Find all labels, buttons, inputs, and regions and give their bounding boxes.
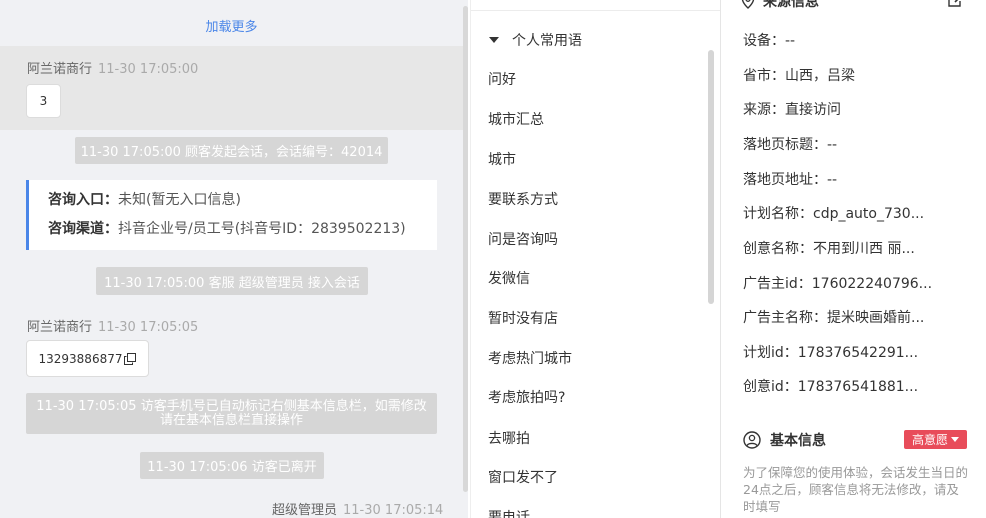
info-field-landing-url: 落地页地址：-- (743, 172, 838, 188)
intent-dropdown[interactable]: 高意愿 (904, 430, 967, 449)
system-message: 11-30 17:05:06 访客已离开 (140, 452, 324, 479)
message-bubble[interactable]: 3 (26, 84, 61, 118)
basic-info-header: 基本信息 (743, 430, 826, 450)
divider (471, 10, 721, 11)
chat-panel: 加载更多 阿兰诺商行 11-30 17:05:00 3 11-30 17:05:0… (0, 0, 468, 518)
caret-down-icon (951, 437, 959, 442)
customer-info-panel: 来源信息 设备：-- 省市：山西，吕梁 来源：直接访问 落地页标题：-- 落地页… (721, 0, 986, 518)
message-bubble[interactable]: 13293886877 (26, 340, 149, 377)
sender-name: 超级管理员 (272, 503, 338, 518)
phrase-item[interactable]: 考虑旅拍吗? (488, 387, 565, 407)
system-message: 11-30 17:05:00 顾客发起会话，会话编号：42014 (75, 137, 388, 164)
entry-row: 咨询入口：未知(暂无入口信息) (48, 191, 437, 209)
system-message: 11-30 17:05:05 访客手机号已自动标记右侧基本信息栏，如需修改请在基… (26, 393, 437, 434)
sender-name: 阿兰诺商行 (27, 320, 93, 335)
copy-icon[interactable] (124, 352, 137, 365)
phrase-group-title: 个人常用语 (512, 33, 582, 49)
source-info-header: 来源信息 (741, 0, 819, 11)
phrase-item[interactable]: 发微信 (488, 268, 530, 288)
entry-value: 未知(暂无入口信息) (118, 192, 241, 208)
phrase-item[interactable]: 暂时没有店 (488, 308, 558, 328)
phrase-item[interactable]: 城市 (488, 149, 516, 169)
sender-name: 阿兰诺商行 (27, 62, 93, 77)
info-field-province: 省市：山西，吕梁 (743, 68, 855, 84)
phrase-item[interactable]: 要电话 (488, 507, 530, 518)
phrases-panel: 个人常用语 问好 城市汇总 城市 要联系方式 问是咨询吗 发微信 暂时没有店 考… (470, 0, 721, 518)
edit-icon[interactable] (947, 0, 965, 12)
message-sender: 超级管理员 11-30 17:05:14 (272, 499, 443, 518)
channel-label: 咨询渠道： (48, 221, 118, 237)
message-text: 13293886877 (38, 351, 123, 366)
message-time: 11-30 17:05:14 (343, 503, 444, 518)
info-field-advertiser-id: 广告主id：176022240796... (743, 276, 933, 292)
message-time: 11-30 17:05:00 (98, 62, 199, 77)
entry-label: 咨询入口： (48, 192, 118, 208)
phrase-item[interactable]: 问是咨询吗 (488, 229, 558, 249)
message-sender: 阿兰诺商行 11-30 17:05:05 (27, 316, 198, 335)
info-field-source: 来源：直接访问 (743, 102, 841, 118)
info-field-creative-id: 创意id：178376541881... (743, 379, 919, 395)
info-field-landing-title: 落地页标题：-- (743, 137, 838, 153)
user-icon (743, 431, 761, 449)
source-info-title: 来源信息 (763, 0, 819, 10)
channel-value: 抖音企业号/员工号(抖音号ID：2839502213) (118, 221, 406, 237)
phrase-item[interactable]: 去哪拍 (488, 428, 530, 448)
info-field-advertiser-name: 广告主名称：提米映画婚前... (743, 310, 925, 326)
entry-info-card: 咨询入口：未知(暂无入口信息) 咨询渠道：抖音企业号/员工号(抖音号ID：283… (26, 180, 437, 250)
chat-scrollbar[interactable] (463, 6, 468, 492)
phrases-scrollbar[interactable] (708, 50, 714, 304)
phrase-item[interactable]: 窗口发不了 (488, 467, 558, 487)
info-field-plan-name: 计划名称：cdp_auto_730... (743, 206, 925, 222)
caret-down-icon (489, 37, 499, 43)
phrase-item[interactable]: 城市汇总 (488, 109, 544, 129)
info-field-plan-id: 计划id：178376542291... (743, 345, 919, 361)
phrase-group-toggle[interactable]: 个人常用语 (489, 30, 582, 50)
info-field-device: 设备：-- (743, 33, 796, 49)
phrase-item[interactable]: 要联系方式 (488, 189, 558, 209)
edit-notice: 为了保障您的使用体验，会话发生当日的24点之后，顾客信息将无法修改，请及时填写 (743, 465, 969, 514)
info-field-creative-name: 创意名称：不用到川西 丽... (743, 241, 915, 257)
phrase-item[interactable]: 考虑热门城市 (488, 348, 572, 368)
intent-label: 高意愿 (911, 433, 948, 447)
system-message: 11-30 17:05:00 客服 超级管理员 接入会话 (96, 267, 368, 295)
load-more-link[interactable]: 加载更多 (0, 16, 463, 35)
message-sender: 阿兰诺商行 11-30 17:05:00 (27, 58, 198, 77)
message-text: 3 (39, 94, 48, 108)
phrase-item[interactable]: 问好 (488, 69, 516, 89)
location-icon (741, 0, 755, 9)
channel-row: 咨询渠道：抖音企业号/员工号(抖音号ID：2839502213) (48, 220, 437, 238)
message-time: 11-30 17:05:05 (98, 320, 199, 335)
basic-info-title: 基本信息 (770, 433, 826, 449)
